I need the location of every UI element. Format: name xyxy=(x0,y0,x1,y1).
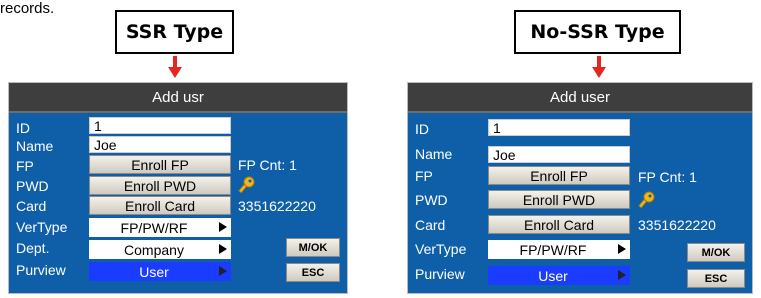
name-field[interactable]: Joe xyxy=(488,146,630,163)
vertype-select[interactable]: FP/PW/RF xyxy=(488,240,630,259)
arrow-down-icon xyxy=(168,56,182,78)
label-purview: Purview xyxy=(16,262,66,278)
card-number: 3351622220 xyxy=(638,217,716,233)
triangle-right-icon xyxy=(219,222,227,232)
ssr-type-label: SSR Type xyxy=(115,10,234,54)
name-field[interactable]: Joe xyxy=(89,136,231,153)
triangle-right-icon xyxy=(618,270,626,280)
purview-select[interactable]: User xyxy=(488,266,630,285)
caption-text: records. xyxy=(0,0,55,17)
label-vertype: VerType xyxy=(16,219,68,235)
enroll-pwd-button[interactable]: Enroll PWD xyxy=(488,190,630,209)
esc-button[interactable]: ESC xyxy=(687,269,745,288)
purview-value: User xyxy=(139,263,169,280)
dept-select[interactable]: Company xyxy=(89,240,231,259)
vertype-select[interactable]: FP/PW/RF xyxy=(89,218,231,237)
vertype-value: FP/PW/RF xyxy=(519,241,587,258)
label-name: Name xyxy=(16,138,54,154)
fp-count: FP Cnt: 1 xyxy=(638,169,697,185)
dept-value: Company xyxy=(124,241,184,258)
arrow-down-icon xyxy=(592,56,606,78)
label-id: ID xyxy=(16,120,30,136)
mok-button[interactable]: M/OK xyxy=(286,238,340,257)
key-icon xyxy=(638,191,655,209)
label-purview: Purview xyxy=(415,266,465,282)
fp-count: FP Cnt: 1 xyxy=(238,157,297,173)
mok-button[interactable]: M/OK xyxy=(687,243,745,262)
enroll-fp-button[interactable]: Enroll FP xyxy=(488,166,630,185)
label-pwd: PWD xyxy=(16,178,49,194)
screen-title: Add usr xyxy=(9,83,347,113)
label-id: ID xyxy=(415,121,429,137)
screen-title: Add user xyxy=(408,83,752,113)
enroll-pwd-button[interactable]: Enroll PWD xyxy=(89,176,231,195)
triangle-right-icon xyxy=(219,266,227,276)
label-fp: FP xyxy=(16,158,34,174)
card-number: 3351622220 xyxy=(238,198,316,214)
label-dept: Dept. xyxy=(16,240,50,256)
enroll-card-button[interactable]: Enroll Card xyxy=(488,215,630,234)
enroll-card-button[interactable]: Enroll Card xyxy=(89,196,231,215)
id-field[interactable]: 1 xyxy=(488,119,630,136)
key-icon xyxy=(238,176,255,194)
vertype-value: FP/PW/RF xyxy=(120,219,188,236)
triangle-right-icon xyxy=(219,244,227,254)
no-ssr-add-user-screen: Add user ID 1 Name Joe FP Enroll FP FP C… xyxy=(407,82,753,294)
label-vertype: VerType xyxy=(415,241,467,257)
no-ssr-type-label: No-SSR Type xyxy=(514,10,681,54)
enroll-fp-button[interactable]: Enroll FP xyxy=(89,155,231,174)
ssr-add-user-screen: Add usr ID 1 Name Joe FP Enroll FP FP Cn… xyxy=(8,82,348,294)
id-field[interactable]: 1 xyxy=(89,117,231,134)
label-name: Name xyxy=(415,146,453,162)
esc-button[interactable]: ESC xyxy=(286,263,340,282)
purview-select[interactable]: User xyxy=(89,262,231,281)
label-fp: FP xyxy=(415,168,433,184)
label-card: Card xyxy=(16,198,47,214)
triangle-right-icon xyxy=(618,244,626,254)
label-pwd: PWD xyxy=(415,192,448,208)
purview-value: User xyxy=(538,267,568,284)
label-card: Card xyxy=(415,217,446,233)
